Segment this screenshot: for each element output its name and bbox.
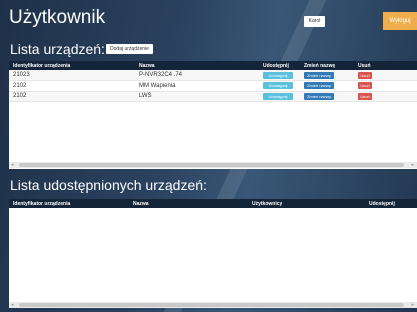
shared-horizontal-scrollbar[interactable]: ◂ ▸ bbox=[9, 302, 417, 308]
device-name-cell: P-NVR32C4 .74 bbox=[135, 70, 259, 81]
devices-table-container: Identyfikator urządzenia Nazwa Udostępni… bbox=[9, 61, 417, 169]
shared-devices-table-header: Identyfikator urządzenia Nazwa Użytkowni… bbox=[9, 199, 417, 208]
table-row: 2102 LWS Udostępnij Zmień nazwę Usuń bbox=[9, 91, 417, 102]
device-id-cell: 2102 bbox=[9, 80, 135, 92]
user-box: Karol bbox=[304, 16, 325, 27]
device-name-cell: MM Wapienia bbox=[135, 80, 259, 92]
scroll-left-icon[interactable]: ◂ bbox=[11, 162, 14, 168]
column-header-name: Nazwa bbox=[139, 62, 155, 69]
scroll-thumb[interactable] bbox=[19, 303, 404, 307]
devices-table-header: Identyfikator urządzenia Nazwa Udostępni… bbox=[9, 61, 417, 70]
shared-devices-table-container: Identyfikator urządzenia Nazwa Użytkowni… bbox=[9, 199, 417, 304]
rename-button[interactable]: Zmień nazwę bbox=[304, 92, 334, 100]
device-id-cell: 21023 bbox=[9, 70, 135, 81]
page-title: Użytkownik bbox=[9, 7, 106, 28]
column-header-id: Identyfikator urządzenia bbox=[13, 62, 71, 69]
column-header-name: Nazwa bbox=[133, 200, 149, 207]
share-button[interactable]: Udostępnij bbox=[263, 71, 293, 79]
table-row: 2102 MM Wapienia Udostępnij Zmień nazwę … bbox=[9, 80, 417, 92]
devices-section-title: Lista urządzeń: bbox=[10, 41, 105, 57]
header: Użytkownik Karol Wyloguj bbox=[0, 0, 417, 38]
column-header-delete: Usuń bbox=[358, 62, 371, 69]
column-header-share: Udostępnij bbox=[369, 200, 395, 207]
logout-button[interactable]: Wyloguj bbox=[383, 12, 417, 30]
scroll-right-icon[interactable]: ▸ bbox=[411, 302, 414, 308]
rename-button[interactable]: Zmień nazwę bbox=[304, 82, 334, 90]
devices-table: Identyfikator urządzenia Nazwa Udostępni… bbox=[9, 61, 417, 102]
device-id-cell: 2102 bbox=[9, 91, 135, 102]
column-header-id: Identyfikator urządzenia bbox=[13, 200, 71, 207]
add-device-button[interactable]: Dodaj urządzenie bbox=[106, 44, 153, 54]
column-header-share: Udostępnij bbox=[263, 62, 289, 69]
shared-devices-table: Identyfikator urządzenia Nazwa Użytkowni… bbox=[9, 199, 417, 208]
scroll-right-icon[interactable]: ▸ bbox=[411, 162, 414, 168]
delete-button[interactable]: Usuń bbox=[358, 82, 372, 90]
column-header-rename: Zmień nazwę bbox=[304, 62, 336, 69]
table-row: 21023 P-NVR32C4 .74 Udostępnij Zmień naz… bbox=[9, 70, 417, 81]
delete-button[interactable]: Usuń bbox=[358, 71, 372, 79]
device-name-cell: LWS bbox=[135, 91, 259, 102]
rename-button[interactable]: Zmień nazwę bbox=[304, 71, 334, 79]
shared-devices-section-title: Lista udostępnionych urządzeń: bbox=[10, 177, 207, 193]
scroll-thumb[interactable] bbox=[19, 163, 404, 167]
share-button[interactable]: Udostępnij bbox=[263, 92, 293, 100]
share-button[interactable]: Udostępnij bbox=[263, 82, 293, 90]
scroll-left-icon[interactable]: ◂ bbox=[11, 302, 14, 308]
delete-button[interactable]: Usuń bbox=[358, 92, 372, 100]
column-header-users: Użytkownicy bbox=[252, 200, 283, 207]
devices-horizontal-scrollbar[interactable]: ◂ ▸ bbox=[9, 162, 417, 168]
